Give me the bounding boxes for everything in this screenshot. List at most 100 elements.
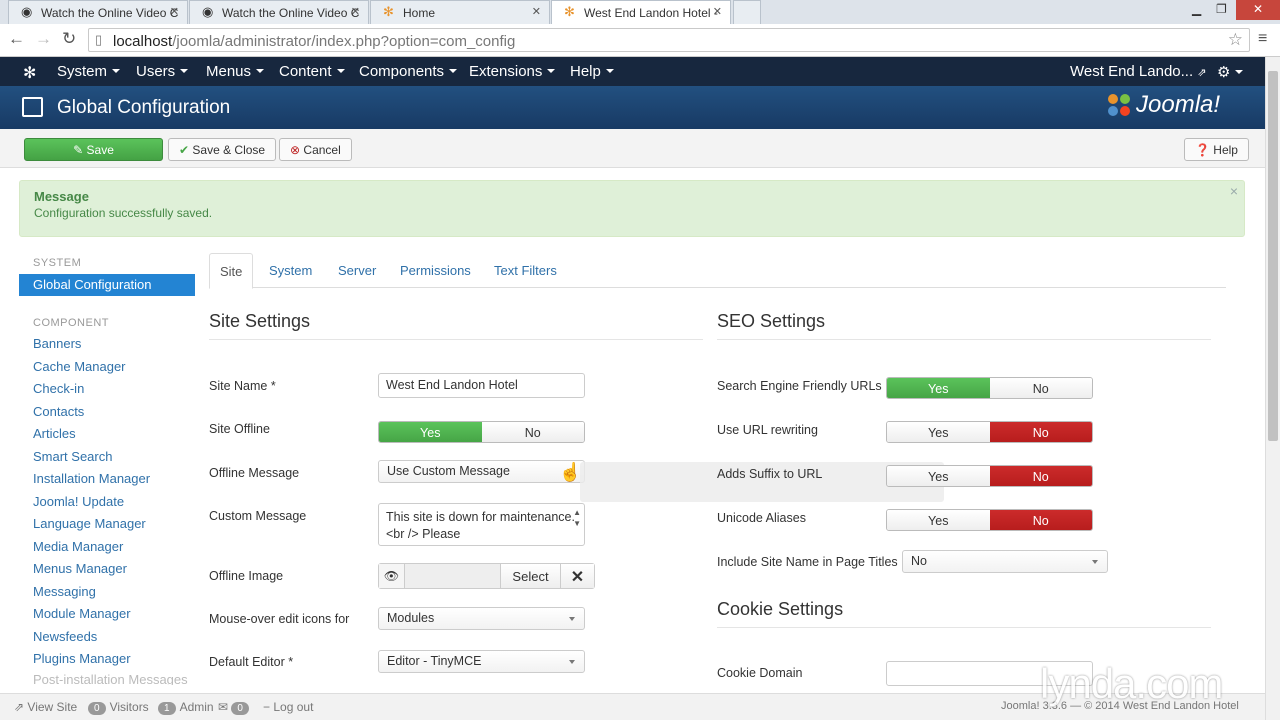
sidebar-item-smart-search[interactable]: Smart Search [19,446,195,469]
unicode-aliases-toggle[interactable]: Yes No [886,509,1093,531]
bookmark-star-icon[interactable]: ☆ [1228,30,1243,50]
sidebar-item-language-manager[interactable]: Language Manager [19,513,195,536]
sidebar-item-module-manager[interactable]: Module Manager [19,603,195,626]
nav-content[interactable]: Content [279,63,345,80]
sidebar-item-check-in[interactable]: Check-in [19,378,195,401]
no-option[interactable]: No [989,378,1092,398]
nav-components[interactable]: Components [359,63,458,80]
default-editor-select[interactable]: Editor - TinyMCE [378,650,585,673]
save-close-button[interactable]: ✔ Save & Close [168,138,277,161]
sidebar-item-media-manager[interactable]: Media Manager [19,536,195,559]
sidebar-item-installation-manager[interactable]: Installation Manager [19,468,195,491]
scrollbar-thumb[interactable] [1268,71,1278,441]
no-option[interactable]: No [481,422,584,442]
close-icon[interactable]: × [1230,183,1238,199]
lynda-favicon-icon: ◉ [21,4,33,19]
forward-icon[interactable]: → [35,30,52,48]
view-site-link[interactable]: ⇗ View Site [14,700,77,714]
custom-message-textarea[interactable]: This site is down for maintenance.<br />… [378,503,585,546]
url-suffix-label: Adds Suffix to URL [717,467,823,481]
sidebar-item-messaging[interactable]: Messaging [19,581,195,604]
browser-menu-icon[interactable]: ≡ [1258,30,1267,48]
seo-settings-heading: SEO Settings [717,311,826,331]
yes-option[interactable]: Yes [379,422,482,442]
sidebar-item-menus-manager[interactable]: Menus Manager [19,558,195,581]
image-path-input[interactable] [405,564,500,588]
sitename-titles-select[interactable]: No [902,550,1108,573]
close-icon[interactable]: ✕ [532,5,541,18]
clear-image-icon[interactable]: ✕ [560,564,594,588]
new-tab-button[interactable] [733,0,761,24]
nav-extensions[interactable]: Extensions [469,63,556,80]
sidebar-item-banners[interactable]: Banners [19,333,195,356]
gear-icon[interactable]: ⚙ [1217,63,1244,81]
tab-title: West End Landon Hotel - [584,6,718,20]
nav-system[interactable]: System [57,63,121,80]
yes-option[interactable]: Yes [887,466,990,486]
url-host: localhost [113,33,173,50]
no-option[interactable]: No [989,466,1092,486]
logout-link[interactable]: − Log out [263,700,313,714]
cookie-domain-label: Cookie Domain [717,666,803,680]
tab-server[interactable]: Server [328,253,386,288]
tab-text-filters[interactable]: Text Filters [484,253,567,288]
site-offline-toggle[interactable]: Yes No [378,421,585,443]
sidebar-item-cache-manager[interactable]: Cache Manager [19,356,195,379]
page-title: Global Configuration [57,97,231,118]
url-suffix-toggle[interactable]: Yes No [886,465,1093,487]
divider [209,339,703,340]
page-scrollbar[interactable] [1265,57,1280,720]
no-option[interactable]: No [989,422,1092,442]
no-option[interactable]: No [989,510,1092,530]
url-field[interactable]: ▯ localhost/joomla/administrator/index.p… [88,28,1250,52]
mouseover-select[interactable]: Modules [378,607,585,630]
url-rewriting-toggle[interactable]: Yes No [886,421,1093,443]
close-icon[interactable]: ✕ [713,5,722,18]
visitors-badge: 0 [88,702,106,715]
page-header: Global Configuration Joomla! [0,86,1265,129]
yes-option[interactable]: Yes [887,378,990,398]
select-image-button[interactable]: Select [500,564,560,588]
save-button[interactable]: ✎ Save [24,138,163,161]
minimize-icon[interactable]: ▁ [1192,2,1201,16]
site-link[interactable]: West End Lando... ⇗ [1070,63,1207,80]
browser-tab[interactable]: ✻ Home ✕ [370,0,550,24]
offline-message-select[interactable]: Use Custom Message [378,460,585,483]
browser-tab-active[interactable]: ✻ West End Landon Hotel - ✕ [551,0,731,25]
close-icon[interactable]: ✕ [351,5,360,18]
close-window-icon[interactable]: ✕ [1236,0,1280,20]
reload-icon[interactable]: ↻ [62,30,76,48]
sidebar-item-articles[interactable]: Articles [19,423,195,446]
sidebar-item-joomla-update[interactable]: Joomla! Update [19,491,195,514]
back-icon[interactable]: ← [8,30,25,48]
yes-option[interactable]: Yes [887,422,990,442]
tab-system[interactable]: System [259,253,322,288]
mouseover-label: Mouse-over edit icons for [209,612,350,626]
help-button[interactable]: ❓ Help [1184,138,1249,161]
url-path: /joomla/administrator/index.php?option=c… [172,33,516,50]
close-icon[interactable]: ✕ [170,5,179,18]
sidebar-item-plugins-manager[interactable]: Plugins Manager [19,648,195,671]
maximize-icon[interactable]: ❐ [1216,2,1227,16]
joomla-logo-icon[interactable]: ✻ [23,63,36,83]
nav-menus[interactable]: Menus [206,63,265,80]
divider [717,627,1211,628]
eye-icon[interactable]: 👁 [379,564,405,588]
minus-icon: − [263,700,271,714]
address-bar: ← → ↻ ▯ localhost/joomla/administrator/i… [0,24,1280,57]
yes-option[interactable]: Yes [887,510,990,530]
sef-urls-toggle[interactable]: Yes No [886,377,1093,399]
browser-tab[interactable]: ◉ Watch the Online Video C ✕ [8,0,188,24]
sidebar-item-post-installation[interactable]: Post-installation Messages [19,671,195,685]
cancel-button[interactable]: ⊗ Cancel [279,138,352,161]
site-name-input[interactable]: West End Landon Hotel [378,373,585,398]
tab-site[interactable]: Site [209,253,254,289]
sidebar-item-contacts[interactable]: Contacts [19,401,195,424]
sidebar-item-newsfeeds[interactable]: Newsfeeds [19,626,195,649]
browser-tab[interactable]: ◉ Watch the Online Video C ✕ [189,0,369,24]
nav-users[interactable]: Users [136,63,189,80]
nav-help[interactable]: Help [570,63,614,80]
tab-permissions[interactable]: Permissions [390,253,481,288]
textarea-scrollbar[interactable]: ▲ ▼ [573,507,581,529]
sidebar-item-global-configuration[interactable]: Global Configuration [19,274,195,296]
